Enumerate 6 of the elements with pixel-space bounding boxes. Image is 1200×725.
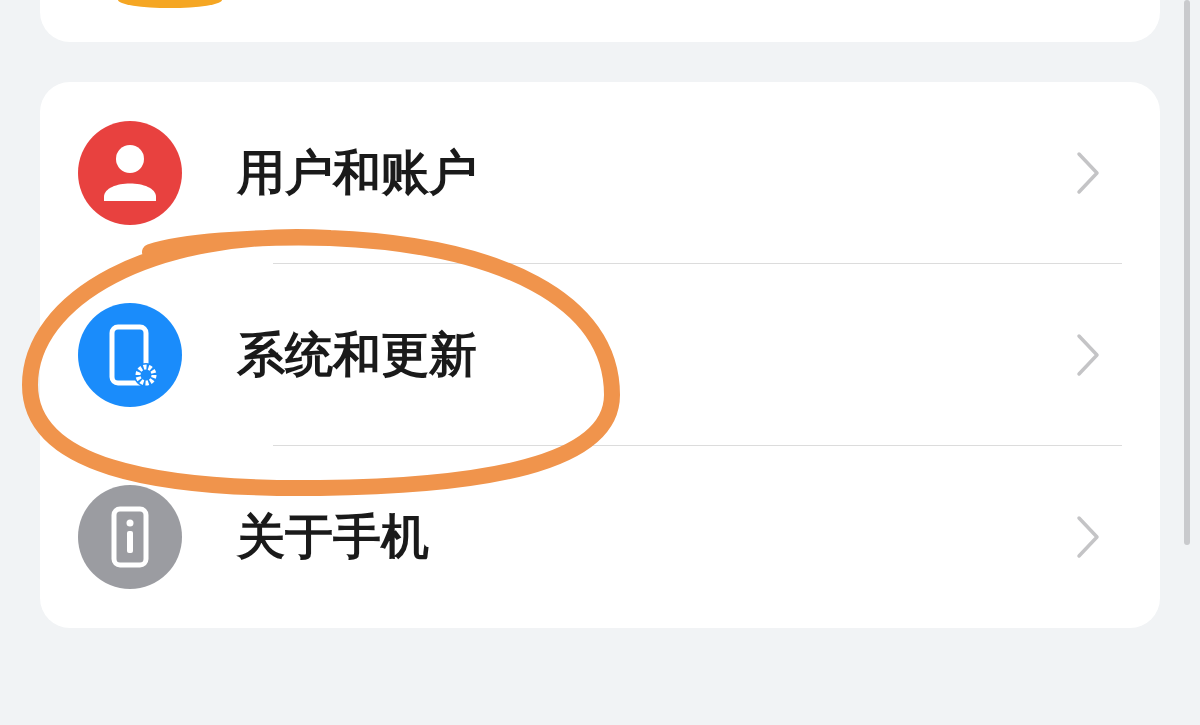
- chevron-icon: [1076, 515, 1100, 559]
- settings-item[interactable]: 用户和账户: [237, 141, 1076, 205]
- chevron-icon: [1076, 333, 1100, 377]
- settings-item[interactable]: 系统和更新: [237, 323, 1076, 387]
- chevron-icon: [1076, 151, 1100, 195]
- settings-item[interactable]: 关于手机: [237, 505, 1076, 569]
